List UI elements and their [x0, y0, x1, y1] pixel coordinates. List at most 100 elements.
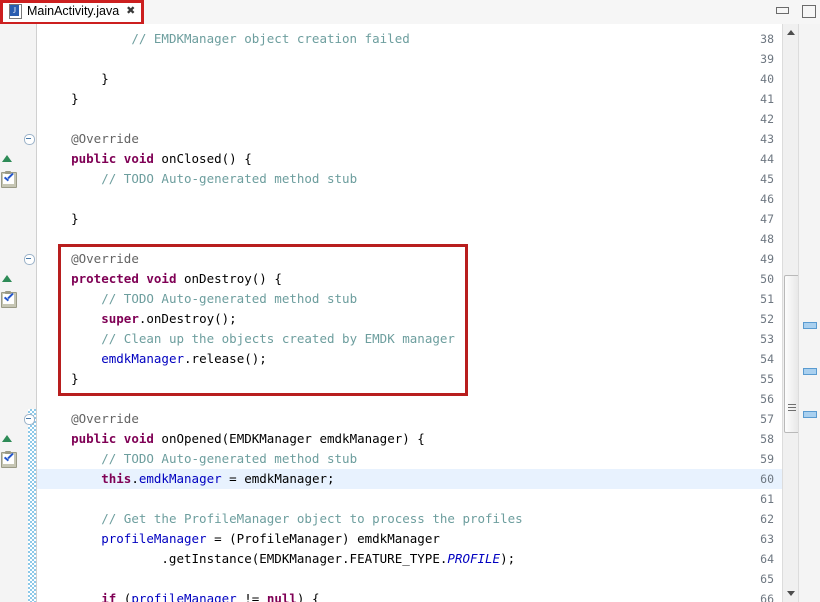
code-line-text: public void onOpened(EMDKManager emdkMan…: [41, 429, 425, 449]
overview-ruler[interactable]: [798, 24, 820, 602]
code-line-text: // Get the ProfileManager object to proc…: [41, 509, 523, 529]
line-number: 40: [747, 69, 783, 89]
window-minimize-icon[interactable]: [774, 3, 790, 19]
line-number: 52: [747, 309, 783, 329]
code-line[interactable]: 59 // TODO Auto-generated method stub: [0, 449, 783, 469]
window-controls: [774, 0, 816, 22]
code-line-text: profileManager = (ProfileManager) emdkMa…: [41, 529, 440, 549]
todo-task-icon[interactable]: [1, 292, 17, 308]
code-line-text: // Clean up the objects created by EMDK …: [41, 329, 455, 349]
line-number: 54: [747, 349, 783, 369]
scrollbar-grip-icon: [788, 404, 796, 411]
line-number: 61: [747, 489, 783, 509]
code-line[interactable]: 56: [0, 389, 783, 409]
code-line[interactable]: 60 this.emdkManager = emdkManager;: [0, 469, 783, 489]
code-line-text: // TODO Auto-generated method stub: [41, 449, 357, 469]
line-number: 47: [747, 209, 783, 229]
overview-ruler-marker[interactable]: [803, 322, 817, 329]
code-line-text: emdkManager.release();: [41, 349, 267, 369]
line-number: 51: [747, 289, 783, 309]
line-number: 57: [747, 409, 783, 429]
eclipse-editor-window: J MainActivity.java ✖ 38 // EMDKManager …: [0, 0, 820, 602]
code-line-text: @Override: [41, 409, 139, 429]
line-number: 66: [747, 589, 783, 602]
line-number: 43: [747, 129, 783, 149]
code-line[interactable]: 54 emdkManager.release();: [0, 349, 783, 369]
code-line[interactable]: 50 protected void onDestroy() {: [0, 269, 783, 289]
code-line[interactable]: 66 if (profileManager != null) {: [0, 589, 783, 602]
collapse-fold-icon[interactable]: [24, 134, 35, 145]
code-line[interactable]: 44 public void onClosed() {: [0, 149, 783, 169]
code-line-text: // TODO Auto-generated method stub: [41, 169, 357, 189]
line-number: 64: [747, 549, 783, 569]
vertical-scrollbar[interactable]: [782, 24, 799, 602]
code-line[interactable]: 64 .getInstance(EMDKManager.FEATURE_TYPE…: [0, 549, 783, 569]
line-number: 41: [747, 89, 783, 109]
code-line[interactable]: 53 // Clean up the objects created by EM…: [0, 329, 783, 349]
line-number: 65: [747, 569, 783, 589]
tab-highlight-annotation: [0, 0, 144, 25]
code-line-text: // EMDKManager object creation failed: [41, 29, 410, 49]
line-number: 58: [747, 429, 783, 449]
code-line-text: super.onDestroy();: [41, 309, 237, 329]
code-line[interactable]: 61: [0, 489, 783, 509]
line-number: 55: [747, 369, 783, 389]
line-number: 46: [747, 189, 783, 209]
editor-tab-bar: J MainActivity.java ✖: [0, 0, 820, 25]
code-line-text: public void onClosed() {: [41, 149, 252, 169]
override-method-icon: [2, 274, 13, 283]
code-line[interactable]: 57 @Override: [0, 409, 783, 429]
code-line[interactable]: 43 @Override: [0, 129, 783, 149]
line-number: 38: [747, 29, 783, 49]
code-line[interactable]: 45 // TODO Auto-generated method stub: [0, 169, 783, 189]
code-line[interactable]: 52 super.onDestroy();: [0, 309, 783, 329]
code-line-text: if (profileManager != null) {: [41, 589, 320, 602]
code-editor[interactable]: 38 // EMDKManager object creation failed…: [0, 24, 820, 602]
line-number: 42: [747, 109, 783, 129]
code-line[interactable]: 65: [0, 569, 783, 589]
code-line[interactable]: 40 }: [0, 69, 783, 89]
todo-task-icon[interactable]: [1, 172, 17, 188]
code-line[interactable]: 62 // Get the ProfileManager object to p…: [0, 509, 783, 529]
todo-task-icon[interactable]: [1, 452, 17, 468]
code-line[interactable]: 42: [0, 109, 783, 129]
line-number: 53: [747, 329, 783, 349]
code-line[interactable]: 41 }: [0, 89, 783, 109]
line-number: 49: [747, 249, 783, 269]
code-line-text: @Override: [41, 249, 139, 269]
code-line[interactable]: 48: [0, 229, 783, 249]
code-line-text: }: [41, 69, 109, 89]
code-line-text: this.emdkManager = emdkManager;: [41, 469, 335, 489]
window-maximize-icon[interactable]: [800, 3, 816, 19]
overview-ruler-marker[interactable]: [803, 368, 817, 375]
override-method-icon: [2, 434, 13, 443]
scroll-up-arrow-icon[interactable]: [783, 24, 799, 40]
code-line[interactable]: 55 }: [0, 369, 783, 389]
code-line-text: // TODO Auto-generated method stub: [41, 289, 357, 309]
line-number: 45: [747, 169, 783, 189]
code-line-text: }: [41, 209, 79, 229]
scroll-down-arrow-icon[interactable]: [783, 586, 799, 602]
code-line[interactable]: 38 // EMDKManager object creation failed: [0, 29, 783, 49]
code-line[interactable]: 47 }: [0, 209, 783, 229]
line-number: 39: [747, 49, 783, 69]
code-line-text: protected void onDestroy() {: [41, 269, 282, 289]
line-number: 56: [747, 389, 783, 409]
line-number: 48: [747, 229, 783, 249]
code-line[interactable]: 58 public void onOpened(EMDKManager emdk…: [0, 429, 783, 449]
code-line[interactable]: 49 @Override: [0, 249, 783, 269]
code-line-text: .getInstance(EMDKManager.FEATURE_TYPE.PR…: [41, 549, 515, 569]
code-line-text: }: [41, 89, 79, 109]
collapse-fold-icon[interactable]: [24, 254, 35, 265]
line-number: 60: [747, 469, 783, 489]
code-line[interactable]: 46: [0, 189, 783, 209]
collapse-fold-icon[interactable]: [24, 414, 35, 425]
code-line-text: }: [41, 369, 79, 389]
code-line[interactable]: 63 profileManager = (ProfileManager) emd…: [0, 529, 783, 549]
line-number: 63: [747, 529, 783, 549]
override-method-icon: [2, 154, 13, 163]
code-line[interactable]: 51 // TODO Auto-generated method stub: [0, 289, 783, 309]
code-line-text: @Override: [41, 129, 139, 149]
overview-ruler-marker[interactable]: [803, 411, 817, 418]
code-line[interactable]: 39: [0, 49, 783, 69]
